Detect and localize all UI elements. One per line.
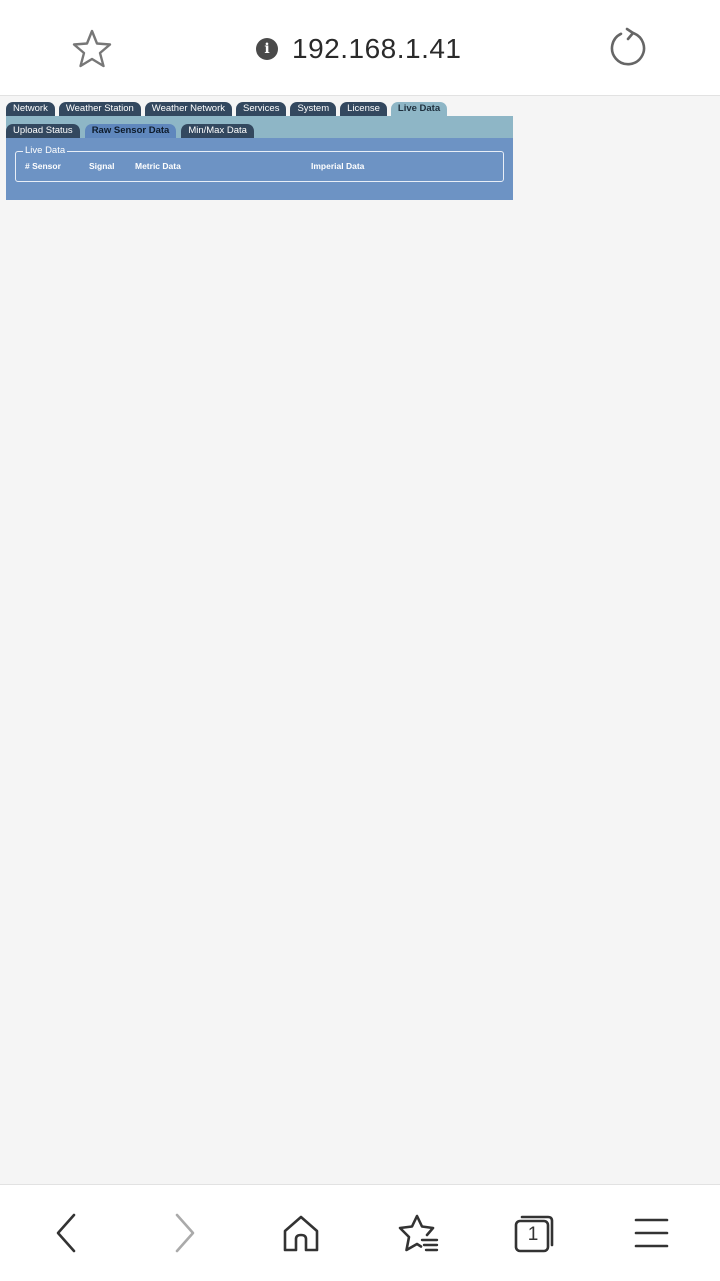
sub-tabs: Upload Status Raw Sensor Data Min/Max Da… xyxy=(6,124,254,138)
tab-network[interactable]: Network xyxy=(6,102,55,116)
reload-icon[interactable] xyxy=(606,26,650,70)
menu-icon[interactable] xyxy=(627,1209,675,1257)
column-header-imperial-data: Imperial Data xyxy=(311,161,365,171)
column-header-metric-data: Metric Data xyxy=(135,161,181,171)
column-header-signal: Signal xyxy=(89,161,115,171)
main-tabs: Network Weather Station Weather Network … xyxy=(6,102,448,116)
address-bar[interactable]: i 192.168.1.41 xyxy=(256,32,462,66)
url-text[interactable]: 192.168.1.41 xyxy=(292,33,462,65)
tab-license[interactable]: License xyxy=(340,102,387,116)
subtab-raw-sensor-data[interactable]: Raw Sensor Data xyxy=(84,124,177,138)
chevron-left-icon[interactable] xyxy=(42,1209,90,1257)
tab-weather-network[interactable]: Weather Network xyxy=(144,102,233,116)
chevron-right-icon[interactable] xyxy=(161,1209,209,1257)
browser-bottom-bar: 1 xyxy=(0,1184,720,1281)
browser-top-bar: i 192.168.1.41 xyxy=(0,0,720,96)
tab-weather-station[interactable]: Weather Station xyxy=(58,102,141,116)
live-data-fieldset: Live Data # Sensor Signal Metric Data Im… xyxy=(15,145,504,182)
bookmark-star-icon[interactable] xyxy=(70,27,114,71)
tabs-icon[interactable]: 1 xyxy=(510,1209,558,1257)
subtab-min-max-data[interactable]: Min/Max Data xyxy=(181,124,254,138)
fieldset-legend: Live Data xyxy=(23,145,68,157)
home-icon[interactable] xyxy=(277,1209,325,1257)
page-content: Network Weather Station Weather Network … xyxy=(0,96,720,1184)
column-header-sensor: # Sensor xyxy=(25,161,61,171)
live-data-panel: Upload Status Raw Sensor Data Min/Max Da… xyxy=(6,116,513,200)
sub-tab-bar: Upload Status Raw Sensor Data Min/Max Da… xyxy=(6,116,513,138)
tab-live-data[interactable]: Live Data xyxy=(390,102,448,116)
info-icon[interactable]: i xyxy=(256,38,278,60)
tab-system[interactable]: System xyxy=(290,102,337,116)
tab-count: 1 xyxy=(527,1224,539,1245)
subtab-upload-status[interactable]: Upload Status xyxy=(6,124,80,138)
bookmarks-icon[interactable] xyxy=(393,1209,441,1257)
tab-services[interactable]: Services xyxy=(236,102,287,116)
